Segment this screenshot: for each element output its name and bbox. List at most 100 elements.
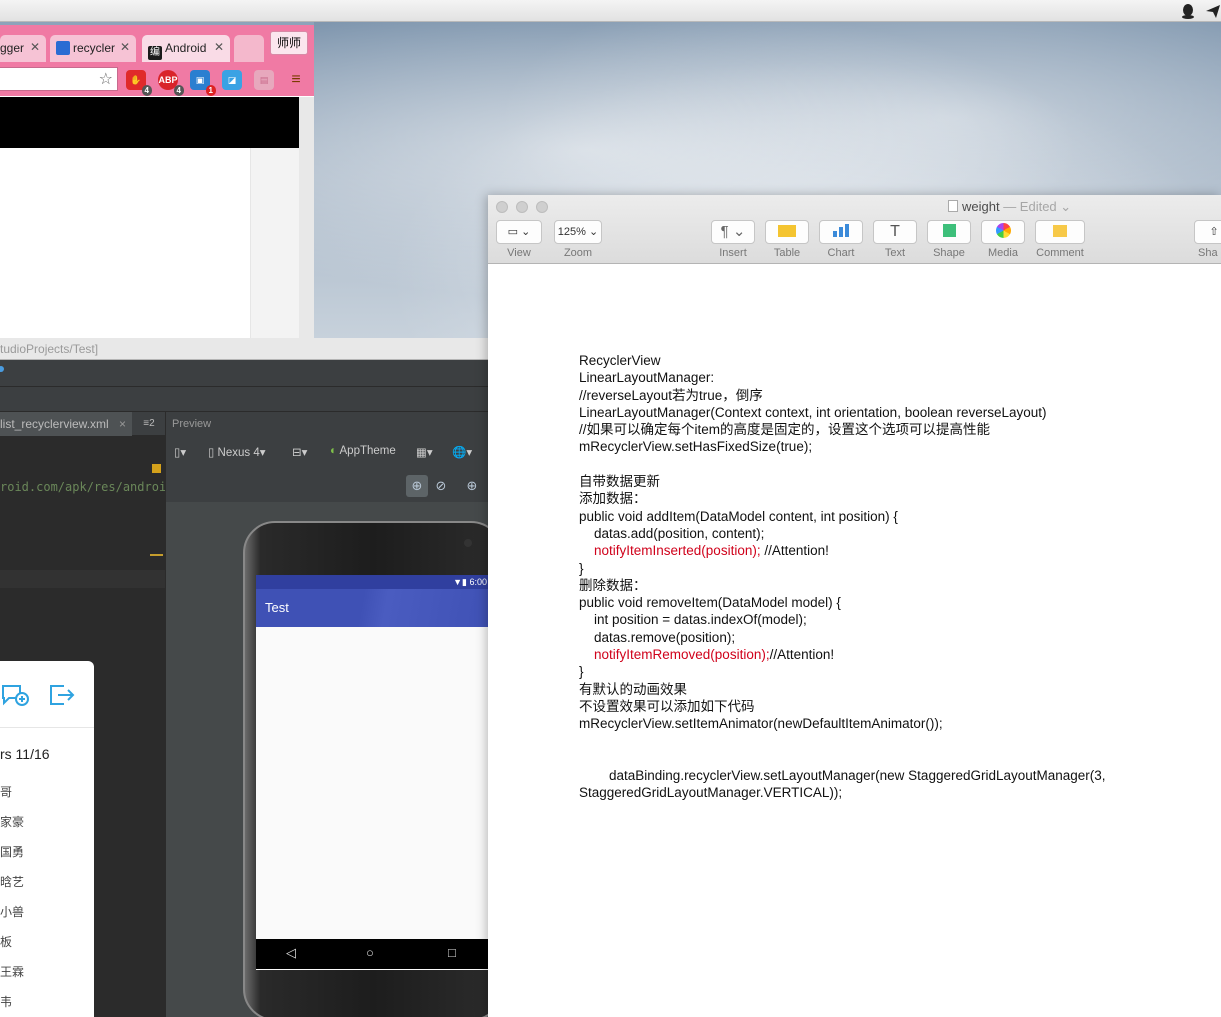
extension-badge: 4 — [141, 85, 152, 96]
phone-icon: ▯ — [208, 447, 215, 459]
close-icon[interactable]: ✕ — [214, 40, 224, 54]
code-line: roid.com/apk/res/android — [0, 480, 174, 494]
orientation-selector[interactable]: ⊟▾ — [292, 445, 307, 459]
device-selector[interactable]: ▯ Nexus 4▾ — [208, 445, 266, 459]
close-icon[interactable]: ✕ — [120, 40, 130, 54]
warning-marker — [152, 464, 161, 473]
tab-list-menu[interactable]: ≡2 — [134, 412, 164, 436]
close-window-button[interactable] — [496, 201, 508, 213]
document-title: weight — Edited ⌄ — [948, 199, 1071, 215]
member-item[interactable]: 晗艺 — [0, 873, 24, 890]
exit-icon[interactable] — [48, 683, 76, 713]
line-text: StaggeredGridLayoutManager.VERTICAL)); — [579, 785, 843, 801]
line-text: public void removeItem(DataModel model) … — [579, 595, 841, 611]
document-line: public void removeItem(DataModel model) … — [579, 595, 1199, 612]
browser-tab-active[interactable]: 编 Android ✕ — [142, 35, 230, 62]
zoom-button[interactable]: 125% ⌄ — [554, 220, 602, 244]
recents-icon[interactable]: □ — [448, 945, 456, 960]
zoom-actual-icon[interactable]: ⊘ — [430, 475, 452, 497]
member-item[interactable]: 小兽 — [0, 903, 24, 920]
line-text: //如果可以确定每个item的高度是固定的，设置这个选项可以提高性能 — [579, 422, 991, 438]
qq-penguin-icon[interactable] — [1180, 3, 1196, 22]
extension-badge: 1 — [205, 85, 216, 96]
browser-tab[interactable]: gger ✕ — [0, 35, 46, 62]
page-sidebar — [250, 148, 299, 363]
extension-badge: 4 — [173, 85, 184, 96]
member-item[interactable]: 国勇 — [0, 843, 24, 860]
extension-icon[interactable]: ▣ 1 — [190, 70, 216, 96]
home-icon[interactable]: ○ — [366, 945, 374, 960]
document-line: } — [579, 561, 1199, 578]
member-item[interactable]: 哥 — [0, 783, 12, 800]
abp-icon[interactable]: ABP 4 — [158, 70, 184, 96]
share-icon: ⇧ — [1209, 226, 1219, 238]
member-item[interactable]: 王霖 — [0, 963, 24, 980]
document-line: 有默认的动画效果 — [579, 682, 1199, 699]
document-line: datas.add(position, content); — [579, 526, 1199, 543]
text-button[interactable]: T — [873, 220, 917, 244]
pages-toolbar: weight — Edited ⌄ ▭ ⌄ View 125% ⌄ Zoom ¶… — [488, 195, 1221, 264]
theme-selector[interactable]: ◐ AppTheme — [330, 445, 396, 457]
zoom-fit-icon[interactable]: ⊕ — [406, 475, 428, 497]
back-icon[interactable]: ◁ — [286, 945, 296, 961]
zoom-value: 125% — [557, 226, 586, 238]
member-item[interactable]: 韦 — [0, 993, 12, 1010]
line-text: dataBinding.recyclerView.setLayoutManage… — [579, 768, 1106, 784]
close-icon[interactable]: ✕ — [30, 40, 40, 54]
scrollbar[interactable] — [299, 97, 314, 355]
zoom-window-button[interactable] — [536, 201, 548, 213]
new-tab-button[interactable] — [234, 35, 264, 62]
line-text: RecyclerView — [579, 353, 661, 368]
edited-status: — Edited — [999, 199, 1057, 214]
member-item[interactable]: 板 — [0, 933, 12, 950]
abp-label: ABP — [158, 75, 178, 85]
line-text: int position = datas.indexOf(model); — [579, 612, 807, 628]
line-text: 添加数据： — [579, 491, 647, 507]
phone-nav-bar: ◁ ○ □ — [256, 939, 491, 969]
address-bar[interactable]: ☆ — [0, 67, 118, 91]
chart-button[interactable] — [819, 220, 863, 244]
locale-globe-icon[interactable]: 🌐▾ — [452, 445, 472, 459]
member-item[interactable]: 家豪 — [0, 813, 24, 830]
shape-button[interactable] — [927, 220, 971, 244]
tab-label: list_recyclerview.xml — [0, 417, 109, 431]
menu-hamburger-icon[interactable]: ≡ — [286, 70, 306, 90]
window-title: tudioProjects/Test] — [0, 338, 490, 360]
status-bar: ▼▮ 6:00 — [256, 575, 491, 589]
document-line: mRecyclerView.setHasFixedSize(true); — [579, 439, 1199, 456]
share-label: Sha — [1198, 247, 1218, 259]
view-label: View — [507, 247, 531, 259]
app-title: Test — [265, 600, 289, 615]
insert-button[interactable]: ¶ ⌄ — [711, 220, 755, 244]
device-config-icon[interactable]: ▯▾ — [174, 445, 186, 459]
new-chat-icon[interactable] — [0, 683, 30, 713]
send-icon[interactable] — [1205, 3, 1221, 22]
adblock-icon[interactable]: ✋ 4 — [126, 70, 152, 96]
minimize-window-button[interactable] — [516, 201, 528, 213]
chat-panel: rs 11/16 哥 家豪 国勇 晗艺 小兽 板 王霖 韦 — [0, 661, 94, 1017]
share-button[interactable]: ⇧ — [1194, 220, 1221, 244]
main-toolbar — [0, 360, 490, 387]
media-button[interactable] — [981, 220, 1025, 244]
zoom-in-icon[interactable]: ⊕ — [461, 475, 483, 497]
comment-button[interactable] — [1035, 220, 1085, 244]
chart-label: Chart — [827, 247, 855, 259]
document-body[interactable]: RecyclerView LinearLayoutManager://revers… — [579, 353, 1199, 803]
document-line: notifyItemRemoved(position);//Attention! — [579, 647, 1199, 664]
document-line: RecyclerView — [579, 353, 1199, 370]
close-icon[interactable]: × — [119, 412, 126, 436]
layout-extension-icon[interactable]: ▤ — [254, 70, 274, 90]
view-button[interactable]: ▭ ⌄ — [496, 220, 542, 244]
chevron-down-icon[interactable]: ⌄ — [1057, 199, 1071, 214]
reader-extension-icon[interactable]: ◪ — [222, 70, 242, 90]
page-header-bar — [0, 97, 299, 148]
profile-button[interactable]: 师师 — [270, 31, 308, 55]
activity-selector[interactable]: ▦▾ — [416, 445, 433, 459]
editor-tabs: list_recyclerview.xml × ≡2 — [0, 412, 165, 436]
table-button[interactable] — [765, 220, 809, 244]
tab-list-recyclerview-xml[interactable]: list_recyclerview.xml × — [0, 412, 132, 436]
bookmark-star-icon[interactable]: ☆ — [99, 69, 113, 89]
zoom-label: Zoom — [563, 247, 593, 259]
browser-tab[interactable]: recycler ✕ — [50, 35, 136, 62]
